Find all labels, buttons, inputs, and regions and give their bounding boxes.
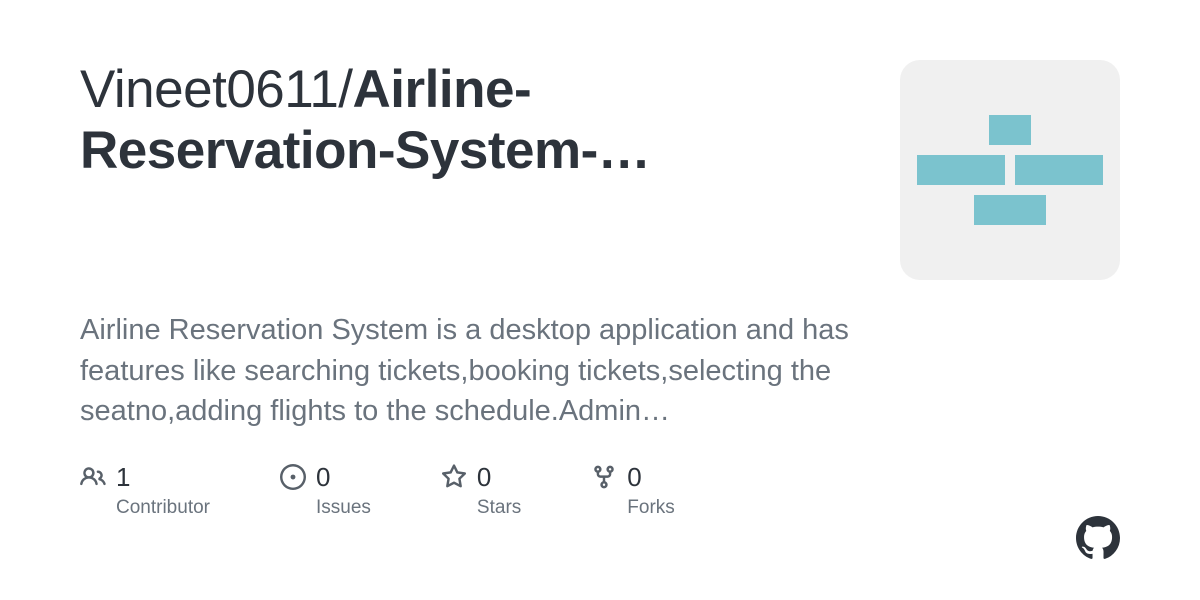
people-icon (80, 464, 106, 490)
repo-avatar (900, 60, 1120, 280)
stats-row: 1 Contributor 0 Issues 0 Stars (80, 462, 1120, 519)
avatar-row (917, 155, 1103, 185)
repo-title: Vineet0611/Airline-Reservation-System-… (80, 60, 840, 182)
stat-label: Forks (627, 497, 675, 519)
avatar-block (989, 115, 1031, 145)
stat-forks: 0 Forks (591, 462, 675, 519)
stat-label: Issues (316, 497, 371, 519)
repo-name-bold: Airline (353, 60, 514, 119)
stat-stars: 0 Stars (441, 462, 521, 519)
stat-value: 0 (316, 462, 330, 493)
avatar-block (974, 195, 1046, 225)
repo-owner: Vineet0611 (80, 60, 338, 119)
avatar-block (917, 155, 1005, 185)
stat-issues: 0 Issues (280, 462, 371, 519)
header-row: Vineet0611/Airline-Reservation-System-… (80, 60, 1120, 280)
stat-label: Stars (477, 497, 521, 519)
repo-separator: / (338, 60, 352, 119)
social-preview-card: Vineet0611/Airline-Reservation-System-… … (0, 0, 1200, 600)
repo-description: Airline Reservation System is a desktop … (80, 310, 880, 432)
avatar-row (989, 115, 1031, 145)
stat-contributors: 1 Contributor (80, 462, 210, 519)
star-icon (441, 464, 467, 490)
avatar-block (1015, 155, 1103, 185)
title-section: Vineet0611/Airline-Reservation-System-… (80, 60, 840, 182)
avatar-row (974, 195, 1046, 225)
stat-value: 0 (477, 462, 491, 493)
fork-icon (591, 464, 617, 490)
issue-icon (280, 464, 306, 490)
stat-label: Contributor (116, 497, 210, 519)
stat-value: 1 (116, 462, 130, 493)
github-logo-icon (1076, 516, 1120, 560)
stat-value: 0 (627, 462, 641, 493)
